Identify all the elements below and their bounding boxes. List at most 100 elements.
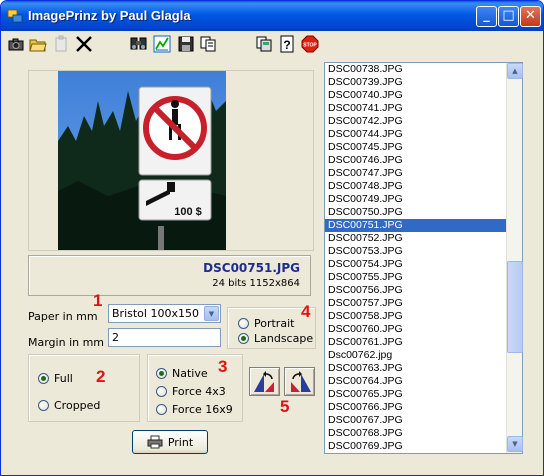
force4x3-radio[interactable]: Force 4x3 — [156, 385, 226, 398]
window-title: ImagePrinz by Paul Glagla — [28, 8, 191, 23]
force4x3-label: Force 4x3 — [172, 385, 226, 398]
file-list-item[interactable]: DSC00739.JPG — [325, 76, 522, 89]
paper-size-value: Bristol 100x150 — [112, 307, 199, 320]
file-list-item[interactable]: DSC00765.JPG — [325, 388, 522, 401]
paper-number-badge: 1 — [93, 291, 103, 310]
rotate-left-button[interactable] — [249, 367, 280, 396]
chevron-down-icon[interactable]: ▼ — [204, 306, 219, 321]
file-list-item[interactable]: DSC00750.JPG — [325, 206, 522, 219]
landscape-label: Landscape — [254, 332, 314, 345]
landscape-radio-dot[interactable] — [238, 333, 249, 344]
file-list-item[interactable]: DSC00748.JPG — [325, 180, 522, 193]
native-radio-dot[interactable] — [156, 368, 167, 379]
stop-icon[interactable]: STOP — [300, 34, 320, 54]
scroll-thumb[interactable] — [507, 261, 523, 353]
file-list-item[interactable]: DSC00753.JPG — [325, 245, 522, 258]
orientation-number-badge: 4 — [301, 302, 311, 321]
printer-icon — [147, 435, 163, 449]
maximize-button[interactable]: □ — [498, 6, 519, 27]
margin-label: Margin in mm — [28, 336, 105, 349]
title-bar[interactable]: ImagePrinz by Paul Glagla _ □ ✕ — [1, 1, 543, 31]
image-preview: 100 $ — [58, 71, 226, 250]
find-icon[interactable] — [129, 34, 149, 54]
file-list-item[interactable]: DSC00746.JPG — [325, 154, 522, 167]
cropped-radio[interactable]: Cropped — [38, 399, 100, 412]
margin-value: 2 — [112, 331, 119, 344]
file-list-item[interactable]: DSC00758.JPG — [325, 310, 522, 323]
minimize-button[interactable]: _ — [476, 6, 497, 27]
toolbar: ? STOP — [1, 31, 543, 57]
svg-text:?: ? — [283, 38, 290, 52]
ratio-number-badge: 3 — [218, 357, 228, 376]
full-label: Full — [54, 372, 73, 385]
image-info-panel: DSC00751.JPG 24 bits 1152x864 — [28, 255, 311, 296]
file-list-item[interactable]: DSC00738.JPG — [325, 63, 522, 76]
file-list-item[interactable]: DSC00747.JPG — [325, 167, 522, 180]
svg-text:100 $: 100 $ — [174, 206, 202, 218]
paper-size-select[interactable]: Bristol 100x150 ▼ — [108, 304, 221, 323]
save-icon[interactable] — [176, 34, 196, 54]
app-window: ImagePrinz by Paul Glagla _ □ ✕ ? STOP 1… — [0, 0, 544, 476]
rotate-left-icon — [253, 370, 274, 392]
portrait-label: Portrait — [254, 317, 295, 330]
file-list-item[interactable]: DSC00766.JPG — [325, 401, 522, 414]
full-radio[interactable]: Full — [38, 372, 73, 385]
image-details: 24 bits 1152x864 — [212, 278, 300, 289]
native-label: Native — [172, 367, 208, 380]
portrait-radio-dot[interactable] — [238, 318, 249, 329]
file-list-item[interactable]: DSC00752.JPG — [325, 232, 522, 245]
cut-icon[interactable] — [74, 34, 94, 54]
copy-icon[interactable] — [198, 34, 218, 54]
file-list-item[interactable]: DSC00756.JPG — [325, 284, 522, 297]
rotate-right-button[interactable] — [284, 367, 315, 396]
force16x9-radio-dot[interactable] — [156, 404, 167, 415]
scroll-up-button[interactable]: ▲ — [507, 63, 523, 79]
file-list-item[interactable]: DSC00757.JPG — [325, 297, 522, 310]
file-list-item[interactable]: DSC00740.JPG — [325, 89, 522, 102]
file-list-item[interactable]: DSC00751.JPG — [325, 219, 522, 232]
file-list-item[interactable]: DSC00741.JPG — [325, 102, 522, 115]
file-list-item[interactable]: DSC00761.JPG — [325, 336, 522, 349]
file-list-scrollbar[interactable]: ▲ ▼ — [506, 63, 523, 453]
rotate-right-icon — [290, 370, 311, 392]
margin-input[interactable]: 2 — [108, 328, 221, 347]
file-list-item[interactable]: DSC00763.JPG — [325, 362, 522, 375]
svg-text:STOP: STOP — [303, 43, 317, 49]
close-button[interactable]: ✕ — [520, 6, 541, 27]
camera-icon[interactable] — [6, 34, 26, 54]
full-radio-dot[interactable] — [38, 373, 49, 384]
landscape-radio[interactable]: Landscape — [238, 332, 313, 345]
cropped-radio-dot[interactable] — [38, 400, 49, 411]
paste-icon[interactable] — [51, 34, 71, 54]
help-icon[interactable]: ? — [277, 34, 297, 54]
cropped-label: Cropped — [54, 399, 101, 412]
file-list-item[interactable]: DSC00768.JPG — [325, 427, 522, 440]
app-icon — [7, 9, 23, 23]
print-button[interactable]: Print — [132, 430, 208, 454]
file-list-item[interactable]: Dsc00762.jpg — [325, 349, 522, 362]
portrait-radio[interactable]: Portrait — [238, 317, 294, 330]
force16x9-radio[interactable]: Force 16x9 — [156, 403, 233, 416]
file-list-item[interactable]: DSC00749.JPG — [325, 193, 522, 206]
scroll-down-button[interactable]: ▼ — [507, 436, 523, 452]
file-list-item[interactable]: DSC00769.JPG — [325, 440, 522, 453]
scale-number-badge: 2 — [96, 367, 106, 386]
file-list-item[interactable]: DSC00755.JPG — [325, 271, 522, 284]
native-radio[interactable]: Native — [156, 367, 208, 380]
force16x9-label: Force 16x9 — [172, 403, 233, 416]
file-list-item[interactable]: DSC00754.JPG — [325, 258, 522, 271]
file-list-item[interactable]: DSC00744.JPG — [325, 128, 522, 141]
image-filename: DSC00751.JPG — [203, 261, 300, 275]
file-list-item[interactable]: DSC00742.JPG — [325, 115, 522, 128]
file-list-item[interactable]: DSC00767.JPG — [325, 414, 522, 427]
open-folder-icon[interactable] — [28, 34, 48, 54]
force4x3-radio-dot[interactable] — [156, 386, 167, 397]
print-label: Print — [167, 435, 194, 449]
adjust-icon[interactable] — [152, 34, 172, 54]
file-list[interactable]: DSC00738.JPG DSC00739.JPG DSC00740.JPG DSC0… — [324, 62, 523, 454]
file-list-items: DSC00738.JPG DSC00739.JPG DSC00740.JPG DSC0… — [325, 63, 522, 453]
copy-pages-icon[interactable] — [254, 34, 274, 54]
file-list-item[interactable]: DSC00764.JPG — [325, 375, 522, 388]
file-list-item[interactable]: DSC00745.JPG — [325, 141, 522, 154]
file-list-item[interactable]: DSC00760.JPG — [325, 323, 522, 336]
